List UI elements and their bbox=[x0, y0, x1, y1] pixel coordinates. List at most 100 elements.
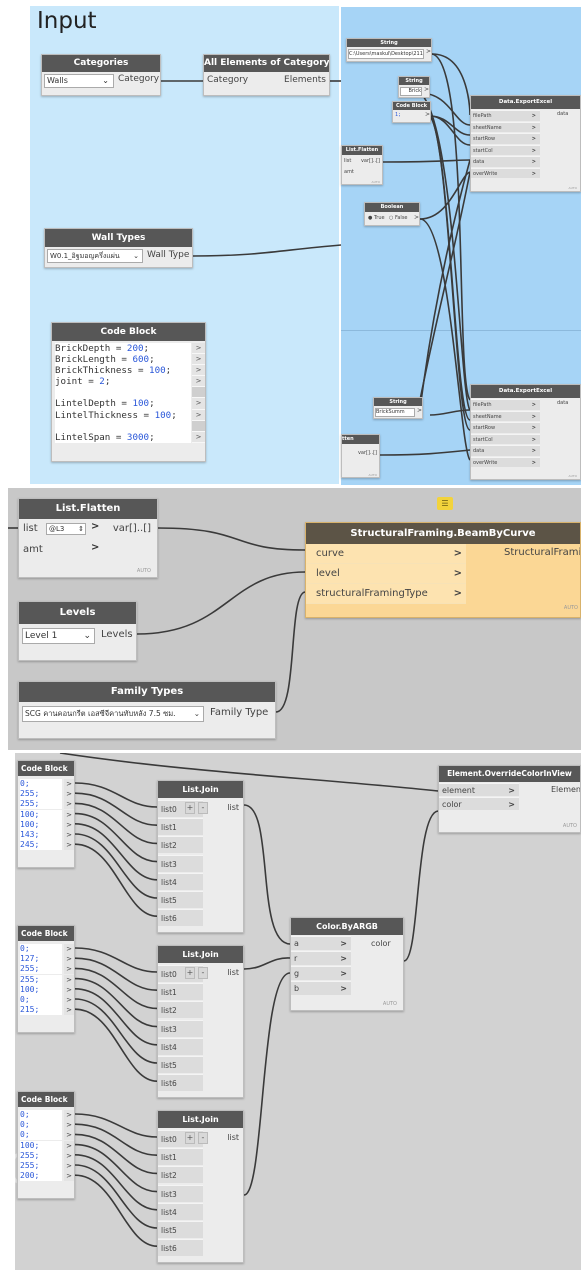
data-export-excel-node[interactable]: Data.ExportExcel filePath > sheetName > star… bbox=[470, 95, 581, 192]
output-data[interactable]: data bbox=[557, 400, 568, 406]
note-icon[interactable]: ☰ bbox=[437, 497, 453, 510]
output-levels[interactable]: Levels bbox=[101, 629, 133, 640]
code-line[interactable]: 255; bbox=[20, 974, 62, 985]
output-port[interactable]: > bbox=[64, 840, 74, 851]
input-list6[interactable]: list6 bbox=[158, 909, 203, 927]
output-port[interactable]: > bbox=[64, 799, 74, 810]
code-block-node[interactable]: Code Block 0; >255; >255; >100; >100; >143; >24… bbox=[17, 760, 75, 868]
output-var[interactable]: var[]..[] bbox=[358, 450, 377, 456]
input-g[interactable]: g > bbox=[291, 966, 351, 980]
code-line[interactable]: 215; bbox=[20, 1005, 62, 1016]
output-port[interactable]: > bbox=[64, 1161, 74, 1171]
boolean-node[interactable]: Boolean ● True ○ False > bbox=[364, 202, 420, 226]
code-line[interactable]: 0; bbox=[20, 1110, 62, 1120]
input-list5[interactable]: list5 bbox=[158, 1221, 203, 1238]
beam-by-curve-node[interactable]: StructuralFraming.BeamByCurve curve > leve… bbox=[305, 522, 581, 618]
radio-true[interactable]: ● True bbox=[368, 215, 385, 221]
remove-input-button[interactable]: - bbox=[198, 1132, 208, 1144]
input-overWrite[interactable]: overWrite > bbox=[471, 456, 540, 467]
output-port[interactable]: > bbox=[64, 1140, 74, 1151]
add-input-button[interactable]: + bbox=[185, 802, 195, 814]
output-wall-type[interactable]: Wall Type bbox=[147, 250, 189, 260]
add-input-button[interactable]: + bbox=[185, 967, 195, 979]
string-summ-input[interactable]: BrickSumm bbox=[375, 408, 415, 417]
radio-false[interactable]: ○ False bbox=[389, 215, 408, 221]
code-block-node[interactable]: Code Block BrickDepth = 200; BrickLength … bbox=[51, 322, 206, 462]
output-port[interactable]: > bbox=[192, 431, 205, 443]
list-level-field[interactable]: @L3 ⇕ bbox=[46, 523, 86, 535]
output-port[interactable]: > bbox=[64, 779, 74, 789]
input-b[interactable]: b > bbox=[291, 981, 351, 995]
output-port[interactable]: > bbox=[64, 1120, 74, 1131]
input-a[interactable]: a > bbox=[291, 936, 351, 950]
output-port[interactable]: > bbox=[192, 398, 205, 410]
input-list[interactable]: list bbox=[344, 158, 351, 164]
output-port[interactable]: > bbox=[192, 365, 205, 377]
output-port[interactable]: > bbox=[192, 354, 205, 366]
family-types-dropdown[interactable]: SCG คานคอนกรีต เอสซีจีคานทับหลัง 7.5 ซม.… bbox=[22, 706, 204, 722]
output-port[interactable]: > bbox=[64, 984, 74, 995]
code-line[interactable]: 100; bbox=[20, 819, 62, 830]
code-line[interactable]: 255; bbox=[20, 799, 62, 810]
code-line[interactable]: 255; bbox=[20, 789, 62, 800]
levels-node[interactable]: Levels Level 1 ⌄ Levels bbox=[18, 601, 137, 661]
output-port[interactable] bbox=[192, 387, 205, 399]
list-flatten-node[interactable]: List.Flatten list amt var[]..[] AUTO bbox=[341, 145, 383, 185]
output-list[interactable]: list bbox=[227, 968, 239, 977]
output-port[interactable]: > bbox=[64, 995, 74, 1005]
input-structuralFramingType[interactable]: structuralFramingType > bbox=[306, 584, 466, 604]
output-port[interactable]: > bbox=[64, 1110, 74, 1120]
input-list5[interactable]: list5 bbox=[158, 1056, 203, 1073]
input-list2[interactable]: list2 bbox=[158, 836, 203, 854]
output-arrow[interactable]: > bbox=[425, 111, 430, 118]
input-list1[interactable]: list1 bbox=[158, 818, 203, 836]
add-input-button[interactable]: + bbox=[185, 1132, 195, 1144]
output-arrow[interactable]: > bbox=[414, 214, 419, 221]
output-elements[interactable]: Elements bbox=[284, 75, 326, 85]
output-arrow[interactable]: > bbox=[426, 48, 431, 55]
code-line[interactable]: 143; bbox=[20, 830, 62, 840]
code-block-node[interactable]: Code Block 0; >127; >255; >255; >100; >0; >215;… bbox=[17, 925, 75, 1033]
input-list1[interactable]: list1 bbox=[158, 1148, 203, 1166]
input-startCol[interactable]: startCol > bbox=[471, 433, 540, 444]
list-join-node[interactable]: List.Join list0 list1 list2 list3 list4 list5 l… bbox=[157, 780, 244, 933]
input-amt[interactable]: amt bbox=[344, 169, 354, 175]
data-export-excel-node-2[interactable]: Data.ExportExcel filePath > sheetName > star… bbox=[470, 384, 581, 480]
code-line[interactable]: 245; bbox=[20, 840, 62, 851]
input-list2[interactable]: list2 bbox=[158, 1001, 203, 1019]
input-list0[interactable]: list0 bbox=[158, 800, 203, 817]
output-port[interactable]: > bbox=[192, 376, 205, 388]
input-list3[interactable]: list3 bbox=[158, 854, 203, 872]
input-list0[interactable]: list0 bbox=[158, 1130, 203, 1147]
output-port[interactable]: > bbox=[64, 789, 74, 800]
output-color[interactable]: color bbox=[371, 939, 391, 948]
categories-dropdown[interactable]: Walls ⌄ bbox=[44, 74, 114, 88]
remove-input-button[interactable]: - bbox=[198, 802, 208, 814]
string-brick-node[interactable]: String Brick > bbox=[398, 76, 430, 98]
input-overWrite[interactable]: overWrite > bbox=[471, 167, 540, 178]
output-port[interactable]: > bbox=[64, 830, 74, 840]
all-elements-node[interactable]: All Elements of Category Category Elemen… bbox=[203, 54, 330, 96]
wall-types-node[interactable]: Wall Types W0.1_อิฐมอญครึ่งแผ่น ⌄ Wall T… bbox=[44, 228, 193, 268]
input-list6[interactable]: list6 bbox=[158, 1074, 203, 1092]
input-startRow[interactable]: startRow > bbox=[471, 422, 540, 433]
output-var[interactable]: var[]..[] bbox=[361, 158, 380, 164]
output-family-type[interactable]: Family Type bbox=[210, 707, 268, 718]
code-line[interactable]: 0; bbox=[20, 779, 62, 789]
input-data[interactable]: data > bbox=[471, 445, 540, 456]
code-editor[interactable]: 1; bbox=[395, 112, 401, 118]
code-line[interactable]: 0; bbox=[20, 1130, 62, 1141]
input-list3[interactable]: list3 bbox=[158, 1019, 203, 1037]
code-block-node[interactable]: Code Block 0; >0; >0; >100; >255; >255; >200; > bbox=[17, 1091, 75, 1199]
categories-node[interactable]: Categories Walls ⌄ Category bbox=[41, 54, 161, 96]
list-join-node[interactable]: List.Join list0 list1 list2 list3 list4 list5 l… bbox=[157, 945, 244, 1098]
string-summ-node[interactable]: String BrickSumm > bbox=[373, 397, 423, 419]
output-port[interactable]: > bbox=[64, 809, 74, 820]
levels-dropdown[interactable]: Level 1 ⌄ bbox=[22, 628, 95, 644]
string-brick-input[interactable]: Brick bbox=[400, 87, 422, 96]
input-element[interactable]: element > bbox=[439, 783, 519, 796]
input-color[interactable]: color > bbox=[439, 797, 519, 810]
output-list[interactable]: list bbox=[227, 1133, 239, 1142]
code-line[interactable]: 0; bbox=[20, 1120, 62, 1131]
list-join-node[interactable]: List.Join list0 list1 list2 list3 list4 list5 l… bbox=[157, 1110, 244, 1263]
